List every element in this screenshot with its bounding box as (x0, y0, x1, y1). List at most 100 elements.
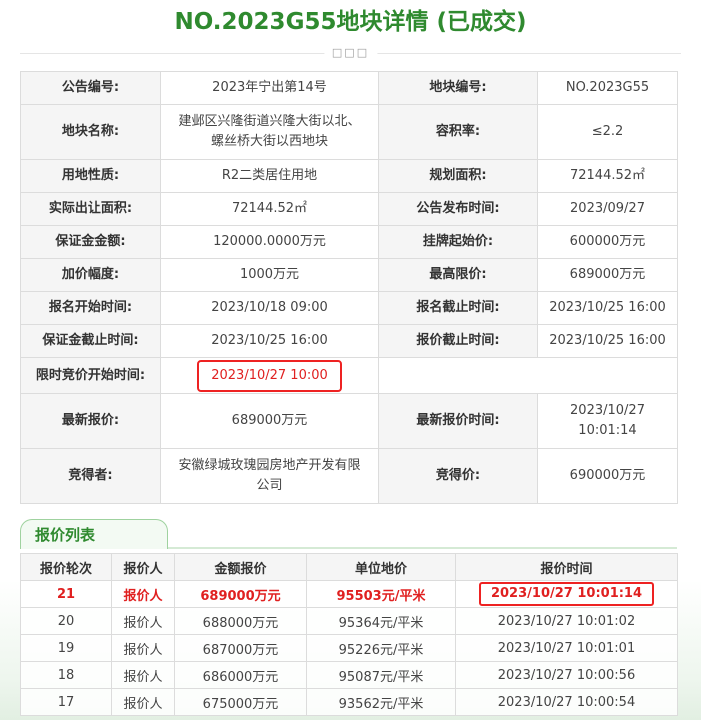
bid-round: 20 (20, 607, 112, 635)
quote-end-label: 报价截止时间: (378, 324, 538, 358)
parcel-name-line2: 螺丝桥大街以西地块 (210, 134, 328, 149)
land-use-value: R2二类居住用地 (160, 159, 379, 193)
latest-quote-value: 689000万元 (160, 393, 379, 449)
table-row: 18 报价人 686000万元 95087元/平米 2023/10/27 10:… (20, 661, 678, 689)
table-row: 21 报价人 689000万元 95503元/平米 2023/10/27 10:… (20, 580, 678, 608)
bid-bidder: 报价人 (111, 661, 175, 689)
latest-quote-date: 2023/10/27 (570, 403, 645, 418)
timed-bid-start-label: 限时竞价开始时间: (20, 357, 161, 394)
bid-amount: 689000万元 (174, 580, 307, 608)
bid-bidder: 报价人 (111, 607, 175, 635)
table-row: 20 报价人 688000万元 95364元/平米 2023/10/27 10:… (20, 607, 678, 635)
deposit-end-value: 2023/10/25 16:00 (160, 324, 379, 358)
reg-start-value: 2023/10/18 09:00 (160, 291, 379, 325)
table-row: 19 报价人 687000万元 95226元/平米 2023/10/27 10:… (20, 634, 678, 662)
winner-line2: 公司 (256, 478, 283, 493)
winner-line1: 安徽绿城玫瑰园房地产开发有限 (178, 458, 361, 473)
detail-row: 地块名称: 建邺区兴隆街道兴隆大街以北、 螺丝桥大街以西地块 容积率: ≤2.2 (20, 104, 678, 160)
bid-unit-price: 95226元/平米 (306, 634, 456, 662)
deposit-value: 120000.0000万元 (160, 225, 379, 259)
tab-bid-list[interactable]: 报价列表 (20, 519, 168, 549)
col-header-amount: 金额报价 (174, 553, 307, 581)
latest-quote-time-value: 2023/10/27 10:01:14 (537, 393, 678, 449)
bid-time-cell: 2023/10/27 10:01:14 (455, 580, 678, 608)
announcement-no-label: 公告编号: (20, 71, 161, 105)
bid-round: 17 (20, 688, 112, 716)
increment-value: 1000万元 (160, 258, 379, 292)
bid-bidder: 报价人 (111, 634, 175, 662)
page-title: NO.2023G55地块详情 (已成交) (174, 9, 527, 35)
planned-area-label: 规划面积: (378, 159, 538, 193)
reg-start-label: 报名开始时间: (20, 291, 161, 325)
parcel-detail-table: 公告编号: 2023年宁出第14号 地块编号: NO.2023G55 地块名称:… (20, 71, 678, 504)
latest-quote-time-label: 最新报价时间: (378, 393, 538, 449)
plot-ratio-label: 容积率: (378, 104, 538, 160)
detail-row: 加价幅度: 1000万元 最高限价: 689000万元 (20, 258, 678, 292)
bid-header-row: 报价轮次 报价人 金额报价 单位地价 报价时间 (20, 553, 678, 581)
bid-unit-price: 95364元/平米 (306, 607, 456, 635)
parcel-name-label: 地块名称: (20, 104, 161, 160)
detail-row: 保证金截止时间: 2023/10/25 16:00 报价截止时间: 2023/1… (20, 324, 678, 358)
empty-cell (378, 357, 678, 394)
col-header-unit-price: 单位地价 (306, 553, 456, 581)
start-price-value: 600000万元 (537, 225, 678, 259)
winning-price-value: 690000万元 (537, 448, 678, 504)
timed-bid-start-value: 2023/10/27 10:00 (197, 359, 342, 392)
detail-row: 报名开始时间: 2023/10/18 09:00 报名截止时间: 2023/10… (20, 291, 678, 325)
land-use-label: 用地性质: (20, 159, 161, 193)
deposit-label: 保证金金额: (20, 225, 161, 259)
actual-area-label: 实际出让面积: (20, 192, 161, 226)
detail-row: 实际出让面积: 72144.52㎡ 公告发布时间: 2023/09/27 (20, 192, 678, 226)
parcel-no-label: 地块编号: (378, 71, 538, 105)
quote-end-value: 2023/10/25 16:00 (537, 324, 678, 358)
bid-round: 19 (20, 634, 112, 662)
bid-time: 2023/10/27 10:00:56 (455, 661, 678, 689)
publish-time-value: 2023/09/27 (537, 192, 678, 226)
detail-row: 用地性质: R2二类居住用地 规划面积: 72144.52㎡ (20, 159, 678, 193)
bid-list-table: 报价轮次 报价人 金额报价 单位地价 报价时间 21 报价人 689000万元 … (20, 553, 678, 716)
reg-end-label: 报名截止时间: (378, 291, 538, 325)
col-header-round: 报价轮次 (20, 553, 112, 581)
col-header-time: 报价时间 (455, 553, 678, 581)
increment-label: 加价幅度: (20, 258, 161, 292)
bid-time: 2023/10/27 10:00:54 (455, 688, 678, 716)
max-price-value: 689000万元 (537, 258, 678, 292)
winning-price-label: 竞得价: (378, 448, 538, 504)
detail-row: 限时竞价开始时间: 2023/10/27 10:00 (20, 357, 678, 394)
parcel-no-value: NO.2023G55 (537, 71, 678, 105)
bid-unit-price: 95503元/平米 (306, 580, 456, 608)
col-header-bidder: 报价人 (111, 553, 175, 581)
bid-bidder: 报价人 (111, 580, 175, 608)
winner-value: 安徽绿城玫瑰园房地产开发有限 公司 (160, 448, 379, 504)
table-row: 17 报价人 675000万元 93562元/平米 2023/10/27 10:… (20, 688, 678, 716)
bid-bidder: 报价人 (111, 688, 175, 716)
parcel-name-line1: 建邺区兴隆街道兴隆大街以北、 (178, 114, 361, 129)
bid-amount: 687000万元 (174, 634, 307, 662)
timed-bid-start-cell: 2023/10/27 10:00 (160, 357, 379, 394)
max-price-label: 最高限价: (378, 258, 538, 292)
bid-round: 21 (20, 580, 112, 608)
bid-unit-price: 93562元/平米 (306, 688, 456, 716)
bid-time: 2023/10/27 10:01:01 (455, 634, 678, 662)
bid-unit-price: 95087元/平米 (306, 661, 456, 689)
bid-time: 2023/10/27 10:01:02 (455, 607, 678, 635)
bid-list-tab-bar: 报价列表 (20, 519, 677, 549)
bid-time: 2023/10/27 10:01:14 (478, 582, 655, 606)
detail-row: 保证金金额: 120000.0000万元 挂牌起始价: 600000万元 (20, 225, 678, 259)
detail-row: 竞得者: 安徽绿城玫瑰园房地产开发有限 公司 竞得价: 690000万元 (20, 448, 678, 504)
bid-amount: 688000万元 (174, 607, 307, 635)
bid-amount: 675000万元 (174, 688, 307, 716)
detail-row: 公告编号: 2023年宁出第14号 地块编号: NO.2023G55 (20, 71, 678, 105)
bid-round: 18 (20, 661, 112, 689)
publish-time-label: 公告发布时间: (378, 192, 538, 226)
latest-quote-label: 最新报价: (20, 393, 161, 449)
announcement-no-value: 2023年宁出第14号 (160, 71, 379, 105)
planned-area-value: 72144.52㎡ (537, 159, 678, 193)
start-price-label: 挂牌起始价: (378, 225, 538, 259)
deposit-end-label: 保证金截止时间: (20, 324, 161, 358)
bid-amount: 686000万元 (174, 661, 307, 689)
title-divider: □□□ (20, 44, 681, 64)
reg-end-value: 2023/10/25 16:00 (537, 291, 678, 325)
plot-ratio-value: ≤2.2 (537, 104, 678, 160)
winner-label: 竞得者: (20, 448, 161, 504)
